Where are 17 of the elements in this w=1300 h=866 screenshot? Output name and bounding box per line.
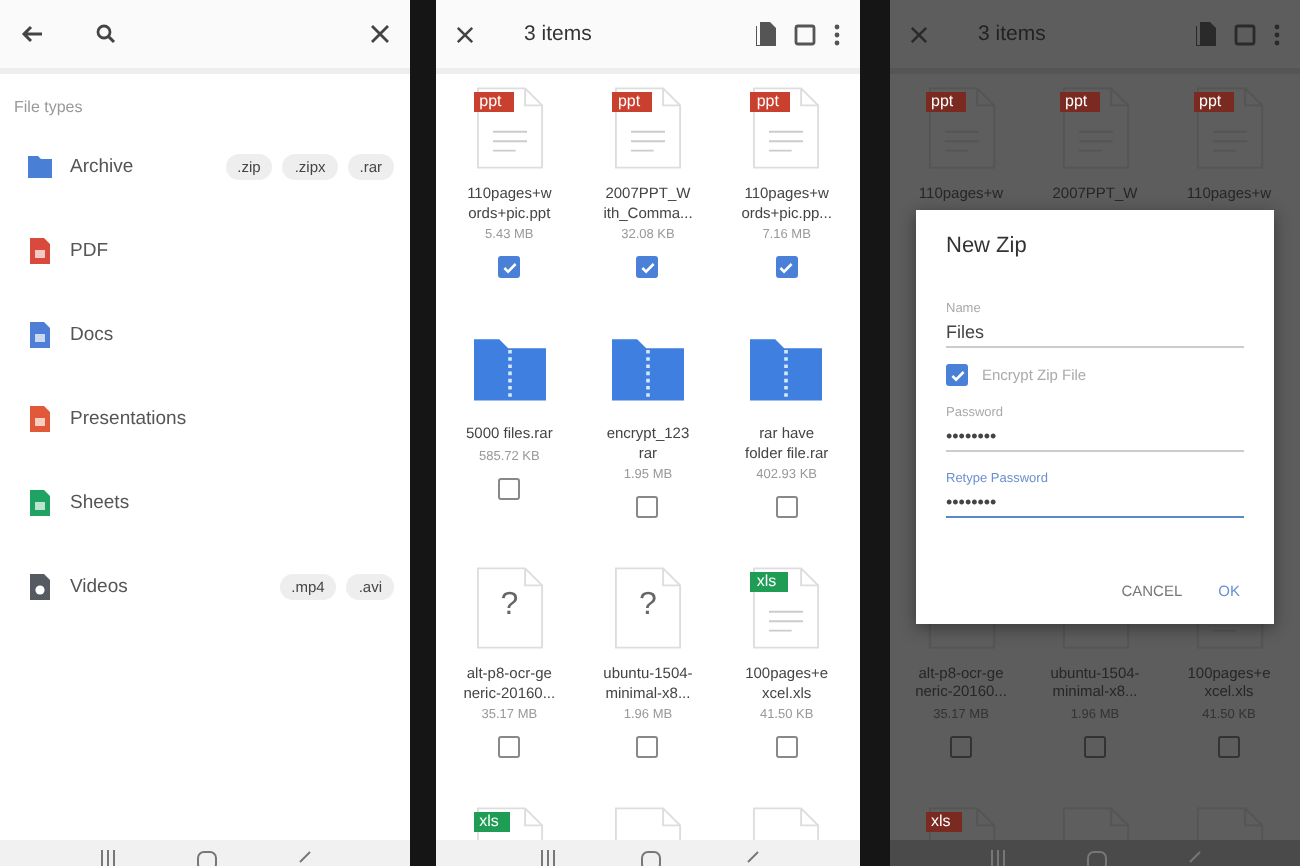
file-type-item[interactable]: Presentations: [0, 376, 410, 460]
file-type-name: Sheets: [70, 491, 130, 513]
file-type-name: Docs: [70, 323, 114, 345]
selection-count: 3 items: [524, 22, 592, 46]
input-field[interactable]: ••••••••: [946, 420, 1244, 452]
file-type-item[interactable]: Docs: [0, 292, 410, 376]
section-label: File types: [14, 98, 85, 116]
file-type-name: PDF: [70, 239, 108, 261]
input-field[interactable]: Files: [946, 316, 1244, 348]
file-type-name: Archive: [70, 155, 134, 177]
input-field[interactable]: ••••••••: [946, 486, 1244, 518]
selection-count: 3 items: [978, 22, 1046, 46]
file-type-item[interactable]: Sheets: [0, 460, 410, 544]
dialog-title: New Zip: [946, 234, 1029, 258]
file-type-item[interactable]: PDF: [0, 208, 410, 292]
file-type-name: Presentations: [70, 407, 187, 429]
file-type-name: Videos: [70, 575, 128, 597]
